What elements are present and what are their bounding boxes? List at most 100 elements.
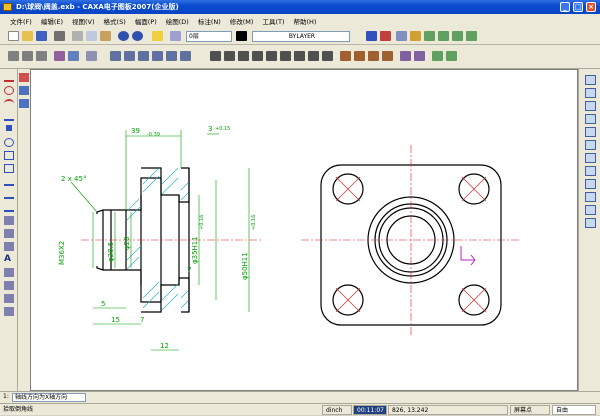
dim-diameter-icon[interactable] [266, 51, 277, 61]
symbol-icon[interactable] [54, 51, 65, 61]
table-icon[interactable] [4, 268, 14, 277]
view-top-icon[interactable] [585, 101, 596, 111]
new-file-icon[interactable] [8, 31, 19, 41]
polygon-icon[interactable] [4, 164, 14, 173]
spline-icon[interactable] [4, 112, 14, 121]
offset-icon[interactable] [152, 51, 163, 61]
query-icon[interactable] [414, 51, 425, 61]
menu-format[interactable]: 格式(S) [104, 16, 126, 26]
copy-icon[interactable] [86, 31, 97, 41]
redo-icon[interactable] [132, 31, 143, 41]
color-icon[interactable] [236, 31, 247, 41]
arc-icon[interactable] [4, 99, 14, 108]
dim-radius-icon[interactable] [252, 51, 263, 61]
undo-icon[interactable] [118, 31, 129, 41]
drawing-canvas[interactable]: 39 -0.39 3 +0.15 2 x 45° M36X2 φ28.5 φ20… [30, 69, 578, 391]
move-icon[interactable] [19, 86, 29, 95]
part-library-icon[interactable] [585, 75, 596, 85]
library-icon[interactable] [4, 294, 14, 303]
layer-icon[interactable] [170, 31, 181, 41]
tolerance-icon[interactable] [308, 51, 319, 61]
dim-aligned-icon[interactable] [224, 51, 235, 61]
menu-view[interactable]: 视图(V) [72, 16, 95, 26]
layer-select[interactable]: 0层 [186, 31, 232, 42]
line-icon[interactable] [4, 73, 14, 82]
parts-list-icon[interactable] [585, 192, 596, 202]
balloon-icon[interactable] [382, 51, 393, 61]
menu-dimension[interactable]: 标注(N) [198, 16, 221, 26]
block-icon[interactable] [4, 229, 14, 238]
dim-angle-icon[interactable] [238, 51, 249, 61]
frame-icon[interactable] [22, 51, 33, 61]
cut-icon[interactable] [72, 31, 83, 41]
linetype-select[interactable]: BYLAYER [252, 31, 350, 42]
dim-baseline-icon[interactable] [280, 51, 291, 61]
pan-icon[interactable] [396, 31, 407, 41]
text-icon[interactable] [68, 51, 79, 61]
hatch-fill-icon[interactable] [4, 216, 14, 225]
menu-modify[interactable]: 修改(M) [230, 16, 254, 26]
view-icon[interactable] [432, 51, 443, 61]
menu-edit[interactable]: 编辑(E) [41, 16, 63, 26]
view-front-icon[interactable] [585, 88, 596, 98]
close-button[interactable]: × [586, 2, 596, 12]
zoom-out-icon[interactable] [466, 31, 477, 41]
help-icon[interactable] [152, 31, 163, 41]
zoom-window-icon[interactable] [424, 31, 435, 41]
rotate-icon[interactable] [124, 51, 135, 61]
view-detail-icon[interactable] [585, 140, 596, 150]
title-block-icon[interactable] [36, 51, 47, 61]
zoom-all-icon[interactable] [438, 31, 449, 41]
view-left-icon[interactable] [585, 114, 596, 124]
minimize-button[interactable]: _ [560, 2, 570, 12]
snap-icon[interactable] [380, 31, 391, 41]
menu-tools[interactable]: 工具(T) [262, 16, 284, 26]
weld-icon[interactable] [340, 51, 351, 61]
extend-icon[interactable] [180, 51, 191, 61]
wave-line-icon[interactable] [4, 307, 14, 316]
menu-sheet[interactable]: 幅面(P) [135, 16, 157, 26]
command-option-select[interactable]: 轴线方向为X轴方向 [12, 393, 86, 402]
refresh-icon[interactable] [446, 51, 457, 61]
open-file-icon[interactable] [22, 31, 33, 41]
ellipse-icon[interactable] [4, 138, 14, 147]
leader-icon[interactable] [368, 51, 379, 61]
print-icon[interactable] [54, 31, 65, 41]
view-break-icon[interactable] [585, 166, 596, 176]
pencil-icon[interactable] [410, 31, 421, 41]
delete-icon[interactable] [19, 73, 29, 82]
maximize-button[interactable]: □ [573, 2, 583, 12]
image-icon[interactable] [4, 242, 14, 251]
equidistant-icon[interactable] [4, 203, 14, 212]
grid-icon[interactable] [8, 51, 19, 61]
zoom-in-icon[interactable] [452, 31, 463, 41]
dim-linear-icon[interactable] [210, 51, 221, 61]
polyline-icon[interactable] [4, 190, 14, 199]
sketch-icon[interactable] [585, 205, 596, 215]
view-aux-icon[interactable] [585, 153, 596, 163]
status-mode-select[interactable]: 自由 [552, 405, 596, 415]
centerline-icon[interactable] [4, 177, 14, 186]
menu-help[interactable]: 帮助(H) [293, 16, 316, 26]
point-icon[interactable] [6, 125, 12, 131]
datum-icon[interactable] [354, 51, 365, 61]
paste-icon[interactable] [100, 31, 111, 41]
hatch-icon[interactable] [86, 51, 97, 61]
save-icon[interactable] [36, 31, 47, 41]
roughness-icon[interactable] [322, 51, 333, 61]
circle-icon[interactable] [4, 86, 14, 95]
copy-entity-icon[interactable] [19, 99, 29, 108]
edit-icon[interactable] [400, 51, 411, 61]
transform-icon[interactable] [110, 51, 121, 61]
rectangle-icon[interactable] [4, 151, 14, 160]
menu-draw[interactable]: 绘图(D) [166, 16, 189, 26]
bom-icon[interactable] [585, 179, 596, 189]
menu-file[interactable]: 文件(F) [10, 16, 32, 26]
insert-icon[interactable] [4, 281, 14, 290]
trim-icon[interactable] [166, 51, 177, 61]
text-tool-icon[interactable]: A [4, 255, 14, 264]
measure-icon[interactable] [585, 218, 596, 228]
magnet-icon[interactable] [366, 31, 377, 41]
dim-chain-icon[interactable] [294, 51, 305, 61]
mirror-icon[interactable] [138, 51, 149, 61]
